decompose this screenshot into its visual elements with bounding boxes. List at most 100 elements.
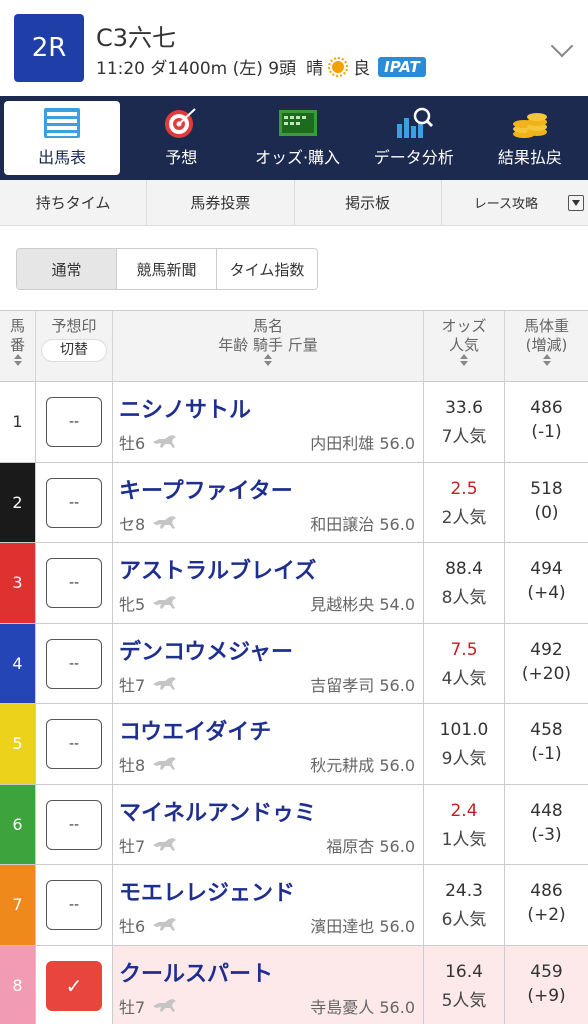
- horse-number: 5: [0, 704, 36, 784]
- horse-name[interactable]: アストラルブレイズ: [119, 553, 316, 585]
- prediction-mark-button[interactable]: --: [46, 477, 102, 528]
- weight-cell: 486 (-1): [505, 382, 588, 462]
- header-num[interactable]: 馬番: [0, 311, 36, 383]
- prediction-mark-button[interactable]: --: [46, 719, 102, 769]
- nav-entry-table[interactable]: 出馬表: [4, 101, 121, 175]
- jockey-weight: 見越彬央 54.0: [310, 595, 415, 614]
- segment-normal[interactable]: 通常: [17, 249, 117, 289]
- horse-number: 3: [0, 543, 36, 623]
- body-weight: 494: [530, 559, 563, 579]
- table-body: 1 -- ニシノサトル 牡6 内田利雄 56.0 33.6 7人気 486 (-…: [0, 382, 588, 1024]
- segment-time-index[interactable]: タイム指数: [217, 249, 317, 289]
- horse-name[interactable]: モエレレジェンド: [119, 875, 295, 907]
- ipat-badge[interactable]: IPAT: [378, 56, 426, 77]
- entry-table: 馬番 予想印 切替 馬名 年齢 騎手 斤量 オッズ 人気 馬体重 (増減) 1 …: [0, 310, 588, 1024]
- prediction-mark-button[interactable]: --: [46, 638, 102, 689]
- header-odds[interactable]: オッズ 人気: [424, 311, 505, 383]
- jockey-weight: 内田利雄 56.0: [310, 434, 415, 453]
- prediction-mark-button[interactable]: --: [46, 397, 102, 447]
- odds-value: 2.5: [450, 478, 478, 499]
- name-cell: コウエイダイチ 牡8 秋元耕成 56.0: [113, 704, 424, 784]
- jockey-weight: 濱田達也 56.0: [310, 917, 415, 936]
- horse-age: 牝5: [119, 595, 146, 614]
- race-time-course: 11:20 ダ1400m (左) 9頭: [96, 59, 297, 79]
- prediction-mark-button[interactable]: ✓: [46, 960, 102, 1011]
- mark-toggle-button[interactable]: 切替: [41, 339, 107, 362]
- table-row[interactable]: 6 -- マイネルアンドゥミ 牡7 福原杏 56.0 2.4 1人気 448 (…: [0, 784, 588, 865]
- sub-tab-time[interactable]: 持ちタイム: [0, 180, 148, 225]
- table-row[interactable]: 1 -- ニシノサトル 牡6 内田利雄 56.0 33.6 7人気 486 (-…: [0, 382, 588, 463]
- mark-cell: --: [36, 704, 113, 784]
- sub-tab-board[interactable]: 掲示板: [295, 180, 442, 225]
- horse-name[interactable]: クールスパート: [119, 956, 273, 988]
- horse-number: 4: [0, 623, 36, 703]
- table-row[interactable]: 7 -- モエレレジェンド 牡6 濱田達也 56.0 24.3 6人気 486 …: [0, 865, 588, 946]
- odds-cell: 88.4 8人気: [424, 543, 505, 623]
- race-header[interactable]: 2R C3六七 11:20 ダ1400m (左) 9頭 晴 良 IPAT: [0, 0, 588, 96]
- sub-tab-betting[interactable]: 馬券投票: [147, 180, 295, 225]
- nav-label: データ分析: [373, 148, 454, 167]
- odds-value: 88.4: [445, 559, 483, 579]
- running-horse-icon: [153, 998, 177, 1012]
- dropdown-icon[interactable]: [568, 195, 584, 211]
- popularity: 9人気: [441, 749, 487, 769]
- entry-table-icon: [44, 108, 81, 138]
- horse-name[interactable]: マイネルアンドゥミ: [119, 795, 316, 827]
- horse-name[interactable]: デンコウメジャー: [119, 634, 293, 666]
- prediction-mark-button[interactable]: --: [46, 558, 102, 608]
- chevron-down-icon[interactable]: [550, 34, 574, 58]
- table-row[interactable]: 8 ✓ クールスパート 牡7 寺島憂人 56.0 16.4 5人気 459 (+…: [0, 945, 588, 1024]
- horse-name[interactable]: キープファイター: [119, 473, 293, 505]
- horse-number: 8: [0, 945, 36, 1024]
- table-row[interactable]: 4 -- デンコウメジャー 牡7 吉留孝司 56.0 7.5 4人気 492 (…: [0, 623, 588, 704]
- header-weight[interactable]: 馬体重 (増減): [505, 311, 588, 383]
- horse-number: 6: [0, 784, 36, 864]
- nav-data-analysis[interactable]: データ分析: [356, 96, 472, 180]
- body-weight: 458: [530, 720, 563, 740]
- weight-diff: (-1): [531, 422, 562, 442]
- running-horse-icon: [153, 596, 177, 609]
- segment-newspaper[interactable]: 競馬新聞: [117, 249, 217, 289]
- odds-cell: 101.0 9人気: [424, 704, 505, 784]
- prediction-mark-button[interactable]: --: [46, 880, 102, 930]
- popularity: 6人気: [441, 910, 487, 930]
- weight-cell: 518 (0): [505, 463, 588, 543]
- view-segment: 通常 競馬新聞 タイム指数: [16, 248, 318, 290]
- running-horse-icon: [153, 918, 177, 931]
- horse-meta: 牡7: [119, 672, 181, 696]
- horse-meta: 牡6: [119, 430, 181, 454]
- table-row[interactable]: 5 -- コウエイダイチ 牡8 秋元耕成 56.0 101.0 9人気 458 …: [0, 704, 588, 785]
- prediction-mark-button[interactable]: --: [46, 799, 102, 850]
- jockey-weight: 吉留孝司 56.0: [310, 675, 415, 695]
- sort-icon: [542, 354, 551, 366]
- table-row[interactable]: 3 -- アストラルブレイズ 牝5 見越彬央 54.0 88.4 8人気 494…: [0, 543, 588, 624]
- name-cell: クールスパート 牡7 寺島憂人 56.0: [113, 945, 424, 1024]
- nav-prediction[interactable]: 予想: [123, 96, 239, 180]
- horse-number: 7: [0, 865, 36, 945]
- sub-tab-strategy[interactable]: レース攻略: [442, 180, 588, 225]
- horse-age: 牡7: [119, 997, 146, 1017]
- horse-name[interactable]: コウエイダイチ: [119, 714, 271, 746]
- odds-value: 101.0: [439, 720, 489, 740]
- odds-cell: 24.3 6人気: [424, 865, 505, 945]
- odds-cell: 2.5 2人気: [424, 462, 505, 542]
- weight-diff: (+20): [521, 663, 572, 684]
- sub-nav: 持ちタイム 馬券投票 掲示板 レース攻略: [0, 180, 588, 226]
- table-row[interactable]: 2 -- キープファイター セ8 和田譲治 56.0 2.5 2人気 518 (…: [0, 462, 588, 543]
- odds-value: 33.6: [445, 398, 483, 418]
- name-cell: アストラルブレイズ 牝5 見越彬央 54.0: [113, 543, 424, 623]
- horse-name[interactable]: ニシノサトル: [119, 392, 251, 424]
- nav-odds-purchase[interactable]: オッズ·購入: [239, 96, 355, 180]
- nav-label: 結果払戻: [497, 148, 562, 167]
- main-nav: 出馬表 予想 オッズ·購入 データ分析 結果払戻: [0, 96, 588, 180]
- weight-diff: (+2): [527, 905, 566, 925]
- header-name[interactable]: 馬名 年齢 騎手 斤量: [113, 311, 424, 383]
- horse-number: 1: [0, 382, 36, 462]
- nav-label: オッズ·購入: [254, 148, 341, 167]
- odds-cell: 2.4 1人気: [424, 784, 505, 864]
- race-name: C3六七: [96, 24, 177, 52]
- running-horse-icon: [153, 435, 177, 448]
- odds-cell: 7.5 4人気: [424, 623, 505, 703]
- popularity: 4人気: [441, 668, 487, 689]
- nav-results-payout[interactable]: 結果払戻: [472, 96, 588, 180]
